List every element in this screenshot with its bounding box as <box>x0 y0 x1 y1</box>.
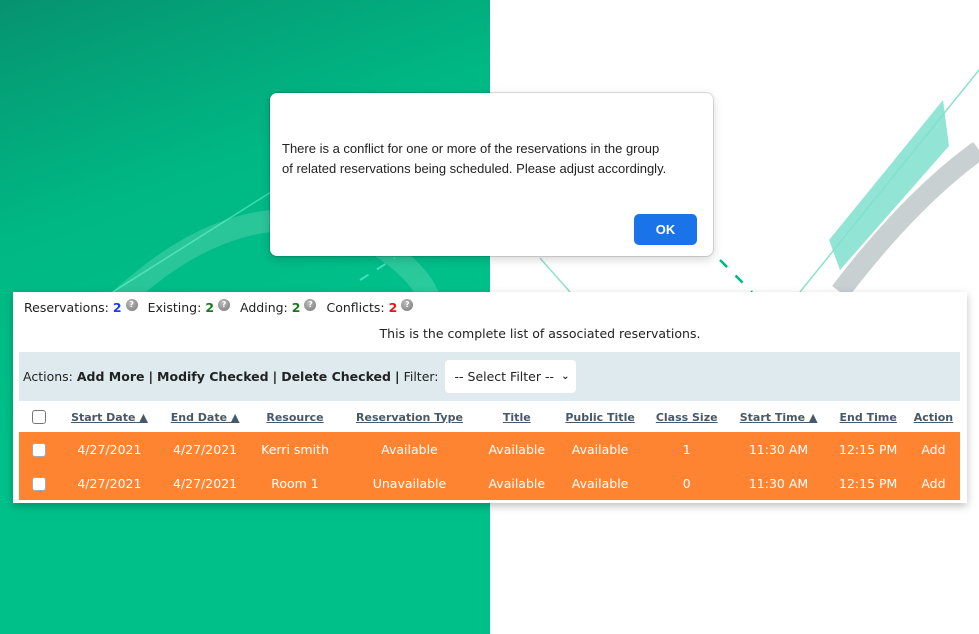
filter-select[interactable]: -- Select Filter -- ⌄ <box>444 360 576 393</box>
actions-label: Actions: <box>23 369 73 384</box>
stat-existing: Existing: 2 ? <box>147 298 231 315</box>
stat-value: 2 <box>205 300 215 315</box>
cell-title: Available <box>488 475 546 491</box>
column-start-date[interactable]: Start Date ▲ <box>59 402 160 432</box>
reservations-table: Start Date ▲ End Date ▲ Resource Reserva… <box>19 402 960 500</box>
row-checkbox[interactable] <box>32 476 46 491</box>
cell-action[interactable]: Add <box>907 466 960 500</box>
filter-selected-value: -- Select Filter -- <box>454 369 554 384</box>
modify-checked-link[interactable]: Modify Checked <box>157 369 269 384</box>
stat-label: Existing: <box>147 300 202 315</box>
question-circle-icon[interactable]: ? <box>304 298 317 311</box>
select-all-checkbox[interactable] <box>32 410 46 424</box>
stat-value: 2 <box>388 300 398 315</box>
conflict-alert-dialog: There is a conflict for one or more of t… <box>270 93 713 256</box>
add-more-link[interactable]: Add More <box>77 369 145 384</box>
cell-resource: Kerri smith <box>261 441 329 457</box>
row-checkbox[interactable] <box>32 442 46 457</box>
cell-end-date: 4/27/2021 <box>173 475 238 491</box>
ok-button[interactable]: OK <box>634 214 697 245</box>
cell-reservation-type: Unavailable <box>372 475 447 491</box>
cell-public-title: Available <box>571 441 629 457</box>
decor-line <box>99 179 291 301</box>
cell-reservation-type: Available <box>381 441 438 457</box>
column-title[interactable]: Title <box>479 402 554 432</box>
select-all-cell <box>19 402 59 432</box>
stat-label: Adding: <box>240 300 288 315</box>
actions-bar: Actions: Add More | Modify Checked | Del… <box>19 352 960 401</box>
column-start-time[interactable]: Start Time ▲ <box>728 402 830 432</box>
cell-end-date: 4/27/2021 <box>173 441 238 457</box>
stat-label: Reservations: <box>24 300 109 315</box>
cell-title: Available <box>488 441 546 457</box>
question-circle-icon[interactable]: ? <box>401 298 414 311</box>
stat-value: 2 <box>291 300 301 315</box>
delete-checked-link[interactable]: Delete Checked <box>281 369 391 384</box>
question-circle-icon[interactable]: ? <box>125 298 138 311</box>
reservation-stats: Reservations: 2 ? Existing: 2 ? Adding: … <box>24 298 423 315</box>
chevron-down-icon: ⌄ <box>561 371 570 382</box>
separator: | <box>148 369 154 384</box>
column-class-size[interactable]: Class Size <box>646 402 728 432</box>
cell-start-date: 4/27/2021 <box>77 475 142 491</box>
cell-start-time: 11:30 AM <box>748 475 809 491</box>
dialog-message: There is a conflict for one or more of t… <box>282 139 702 179</box>
dialog-message-line-2: of related reservations being scheduled.… <box>282 161 667 176</box>
decor-line-right <box>539 257 571 293</box>
cell-public-title: Available <box>571 475 629 491</box>
stat-conflicts: Conflicts: 2 ? <box>326 298 414 315</box>
cell-action[interactable]: Add <box>907 432 960 466</box>
filter-label: Filter: <box>403 369 439 384</box>
question-circle-icon[interactable]: ? <box>218 298 231 311</box>
separator: | <box>394 369 400 384</box>
cell-class-size: 0 <box>682 475 691 491</box>
cell-end-time: 12:15 PM <box>839 441 898 457</box>
column-public-title[interactable]: Public Title <box>554 402 646 432</box>
column-reservation-type[interactable]: Reservation Type <box>340 402 480 432</box>
column-resource[interactable]: Resource <box>250 402 339 432</box>
column-action[interactable]: Action <box>907 402 960 432</box>
column-end-time[interactable]: End Time <box>830 402 907 432</box>
cell-resource: Room 1 <box>271 475 319 491</box>
separator: | <box>272 369 278 384</box>
stat-reservations: Reservations: 2 ? <box>24 298 138 315</box>
cell-class-size: 1 <box>682 441 691 457</box>
table-row: 4/27/2021 4/27/2021 Room 1 Unavailable A… <box>19 466 960 500</box>
cell-start-date: 4/27/2021 <box>77 441 142 457</box>
stat-value: 2 <box>112 300 122 315</box>
cell-start-time: 11:30 AM <box>748 441 809 457</box>
dialog-message-line-1: There is a conflict for one or more of t… <box>282 141 660 156</box>
reservations-panel: Reservations: 2 ? Existing: 2 ? Adding: … <box>13 292 967 503</box>
table-header-row: Start Date ▲ End Date ▲ Resource Reserva… <box>19 402 960 432</box>
cell-end-time: 12:15 PM <box>839 475 898 491</box>
stat-adding: Adding: 2 ? <box>240 298 317 315</box>
table-row: 4/27/2021 4/27/2021 Kerri smith Availabl… <box>19 432 960 466</box>
row-select-cell <box>19 432 59 466</box>
complete-list-notice: This is the complete list of associated … <box>379 326 701 341</box>
decor-dash-right <box>719 259 753 293</box>
column-end-date[interactable]: End Date ▲ <box>160 402 250 432</box>
row-select-cell <box>19 466 59 500</box>
stat-label: Conflicts: <box>326 300 385 315</box>
